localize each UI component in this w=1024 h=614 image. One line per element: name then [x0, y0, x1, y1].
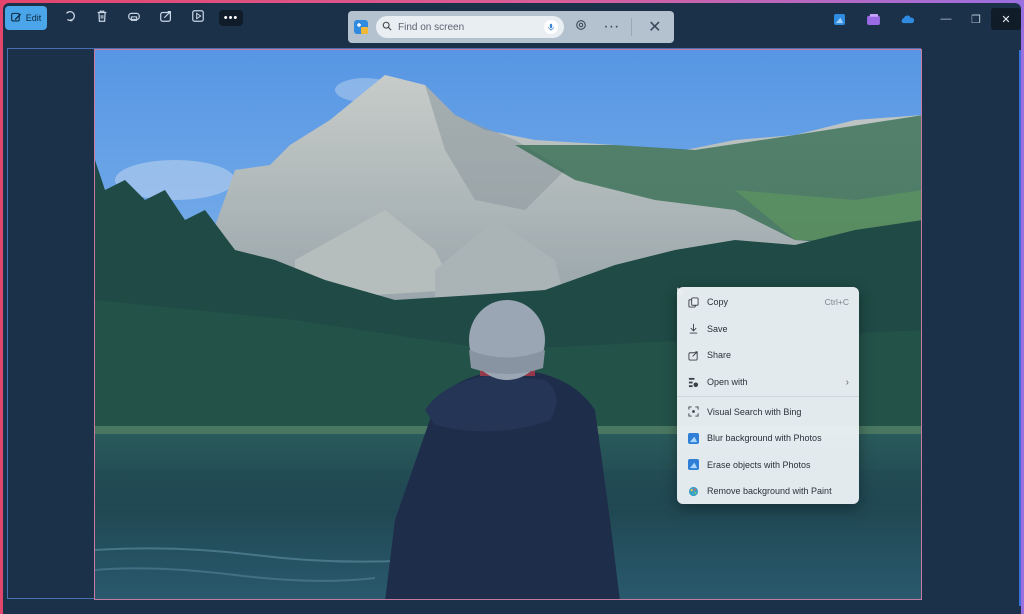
minimize-button[interactable]: — — [931, 8, 961, 30]
slideshow-icon — [191, 9, 205, 28]
findbar-close-button[interactable]: ✕ — [642, 16, 668, 38]
menu-item-copy[interactable]: Copy Ctrl+C — [677, 289, 859, 316]
chevron-right-icon: › — [845, 376, 849, 388]
edit-button[interactable]: Edit — [5, 6, 47, 30]
more-options-button[interactable]: ••• — [219, 10, 243, 26]
pinned-apps — [829, 9, 917, 29]
save-icon — [687, 323, 699, 335]
close-button[interactable]: ✕ — [991, 8, 1021, 30]
share-button[interactable] — [151, 6, 181, 30]
print-button[interactable] — [119, 6, 149, 30]
copy-icon — [687, 296, 699, 308]
paint-icon — [687, 485, 699, 497]
menu-label: Erase objects with Photos — [707, 459, 811, 470]
menu-item-share[interactable]: Share — [677, 342, 859, 369]
share-icon — [159, 9, 173, 28]
menu-item-open-with[interactable]: Open with › — [677, 369, 859, 396]
photos-icon — [687, 459, 699, 471]
printer-icon — [127, 9, 141, 28]
edit-label: Edit — [25, 13, 42, 23]
open-with-icon — [687, 376, 699, 388]
menu-label: Open with — [707, 377, 748, 388]
rotate-icon — [63, 9, 77, 28]
menu-label: Blur background with Photos — [707, 433, 822, 444]
menu-label: Remove background with Paint — [707, 486, 832, 497]
menu-label: Save — [707, 323, 728, 334]
window-frame: Edit ••• Find on screen ··· ✕ — ❐ ✕ Copy… — [0, 0, 1024, 614]
menu-item-save[interactable]: Save — [677, 316, 859, 343]
photos-icon — [687, 432, 699, 444]
find-input[interactable] — [392, 21, 544, 33]
microphone-icon[interactable] — [543, 20, 558, 34]
visual-search-icon — [687, 406, 699, 418]
visual-search-button[interactable] — [568, 16, 594, 38]
window-edge — [1019, 50, 1021, 606]
menu-divider — [677, 396, 859, 398]
menu-item-remove-background[interactable]: Remove background with Paint — [677, 478, 859, 505]
lens-icon — [575, 18, 587, 36]
menu-item-blur-background[interactable]: Blur background with Photos — [677, 425, 859, 452]
rotate-button[interactable] — [55, 6, 85, 30]
snipping-app-icon — [354, 20, 368, 34]
find-on-screen-bar: ··· ✕ — [348, 11, 674, 43]
menu-item-erase-objects[interactable]: Erase objects with Photos — [677, 452, 859, 479]
onedrive-app-icon[interactable] — [897, 9, 917, 29]
menu-label: Visual Search with Bing — [707, 406, 802, 417]
photos-app-icon[interactable] — [829, 9, 849, 29]
window-controls: — ❐ ✕ — [931, 8, 1021, 30]
menu-label: Copy — [707, 297, 729, 308]
findbar-divider — [630, 18, 632, 36]
slideshow-button[interactable] — [183, 6, 213, 30]
context-menu: Copy Ctrl+C Save Share Open with › Visua… — [677, 287, 859, 504]
search-icon — [382, 18, 392, 36]
findbar-more-button[interactable]: ··· — [598, 16, 624, 38]
edit-icon — [10, 12, 22, 25]
shortcut-text: Ctrl+C — [824, 297, 849, 308]
trash-icon — [95, 9, 109, 28]
clipchamp-app-icon[interactable] — [863, 9, 883, 29]
restore-button[interactable]: ❐ — [961, 8, 991, 30]
find-search-box[interactable] — [376, 16, 564, 38]
menu-item-visual-search[interactable]: Visual Search with Bing — [677, 398, 859, 425]
share-icon — [687, 349, 699, 361]
menu-label: Share — [707, 350, 732, 361]
toolbar: Edit ••• — [5, 5, 243, 31]
delete-button[interactable] — [87, 6, 117, 30]
